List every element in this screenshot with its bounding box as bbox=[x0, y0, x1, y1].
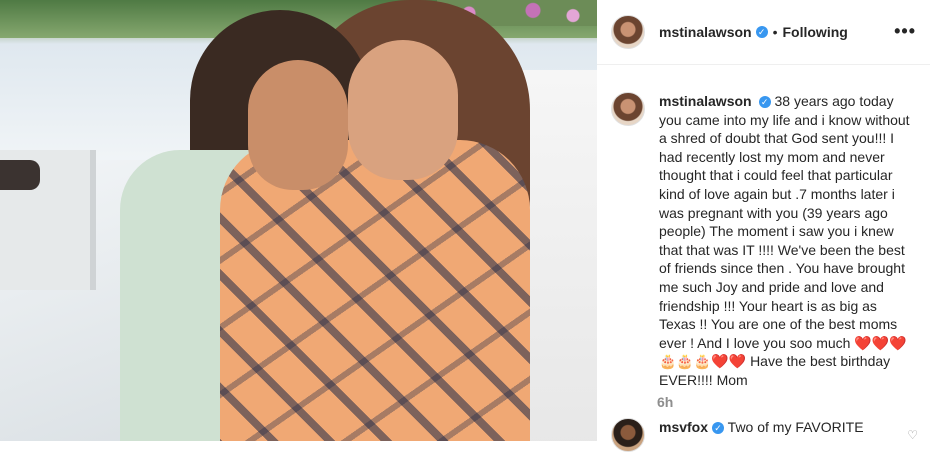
caption-author-avatar[interactable] bbox=[611, 92, 645, 126]
post-header: mstinalawson ✓ • Following ••• bbox=[597, 0, 930, 65]
commenter-avatar[interactable] bbox=[611, 418, 645, 452]
verified-badge-icon: ✓ bbox=[758, 96, 771, 108]
commenter-username[interactable]: msvfox bbox=[659, 419, 708, 435]
caption: mstinalawson ✓ 38 years ago today you cam… bbox=[611, 92, 916, 390]
caption-author-username[interactable]: mstinalawson bbox=[659, 93, 752, 109]
more-options-icon[interactable]: ••• bbox=[894, 21, 916, 42]
author-username[interactable]: mstinalawson bbox=[659, 24, 752, 40]
post-timestamp[interactable]: 6h bbox=[657, 394, 673, 410]
following-button[interactable]: Following bbox=[783, 24, 848, 40]
verified-badge-icon: ✓ bbox=[712, 422, 725, 434]
post-photo[interactable] bbox=[0, 0, 597, 441]
separator-dot: • bbox=[772, 24, 778, 40]
heart-icon[interactable]: ♡ bbox=[907, 428, 918, 442]
comment-item: msvfox ✓ Two of my FAVORITE bbox=[611, 418, 916, 452]
post-details-panel: mstinalawson ✓ • Following ••• mstinalaw… bbox=[597, 0, 930, 452]
author-avatar[interactable] bbox=[611, 15, 645, 49]
caption-text: 38 years ago today you came into my life… bbox=[659, 93, 910, 351]
verified-badge-icon: ✓ bbox=[755, 26, 768, 38]
comment-text: Two of my FAVORITE bbox=[727, 419, 864, 435]
